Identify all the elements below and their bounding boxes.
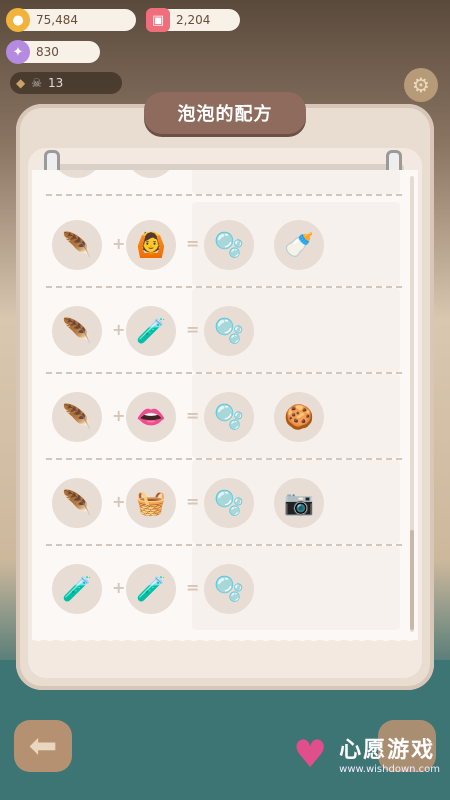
equals-sign: =: [186, 320, 200, 339]
recipe-row: 🪶 + 🙆 = 🫧 🍼: [46, 202, 402, 288]
recipe-row: 🪶 + 👄 = 🫧 🍪: [46, 374, 402, 460]
scrollbar-thumb[interactable]: [410, 530, 414, 630]
recipe-list[interactable]: 🪶 + 🙆 = 🫧 🍼 🪶 + 🧪 = 🫧 🪶 + 👄 = 🫧 🍪 🪶 + 🧺 …: [32, 170, 418, 640]
heart-logo-icon: ♥: [293, 731, 328, 776]
result-area: [192, 170, 400, 194]
result-item[interactable]: 🫧: [204, 220, 254, 270]
watermark: ♥ 心愿游戏 www.wishdown.com: [287, 731, 440, 776]
result-item[interactable]: 🫧: [204, 564, 254, 614]
ingredient-b[interactable]: 🧪: [126, 564, 176, 614]
equals-sign: =: [186, 492, 200, 511]
plus-sign: +: [112, 406, 126, 425]
coin-icon: ●: [6, 8, 30, 32]
ticket-icon: ▣: [146, 8, 170, 32]
ingredient-b[interactable]: [126, 170, 176, 178]
equals-sign: =: [186, 578, 200, 597]
status-count: 13: [48, 76, 64, 90]
gear-icon: ⚙: [412, 73, 430, 97]
result-item[interactable]: 🍪: [274, 392, 324, 442]
ingredient-a[interactable]: [52, 170, 102, 178]
settings-button[interactable]: ⚙: [404, 68, 438, 102]
arrow-left-icon: ⬅: [28, 726, 58, 766]
recipe-row-partial: [46, 170, 402, 196]
plus-sign: +: [112, 492, 126, 511]
row-divider: [46, 194, 402, 196]
skull-icon: ☠: [31, 76, 42, 90]
plus-sign: +: [112, 320, 126, 339]
bell-icon: ◆: [16, 76, 26, 90]
coin-value: 75,484: [36, 13, 78, 27]
ingredient-b[interactable]: 🧪: [126, 306, 176, 356]
panel-title: 泡泡的配方: [144, 92, 306, 134]
candy-value: 830: [36, 45, 59, 59]
result-item[interactable]: 🫧: [204, 478, 254, 528]
result-item[interactable]: 🫧: [204, 392, 254, 442]
ingredient-a[interactable]: 🧪: [52, 564, 102, 614]
equals-sign: =: [186, 234, 200, 253]
watermark-text: 心愿游戏 www.wishdown.com: [339, 732, 440, 775]
ingredient-a[interactable]: 🪶: [52, 220, 102, 270]
ingredient-b[interactable]: 🙆: [126, 220, 176, 270]
candy-counter: ✦ 830: [6, 40, 100, 64]
result-item[interactable]: 🍼: [274, 220, 324, 270]
result-item[interactable]: 📷: [274, 478, 324, 528]
ingredient-a[interactable]: 🪶: [52, 306, 102, 356]
coin-counter: ● 75,484: [6, 8, 136, 32]
plus-sign: +: [112, 234, 126, 253]
ticket-value: 2,204: [176, 13, 211, 27]
back-button[interactable]: ⬅: [14, 720, 72, 772]
recipe-row: 🪶 + 🧺 = 🫧 📷: [46, 460, 402, 546]
candy-icon: ✦: [6, 40, 30, 64]
ingredient-a[interactable]: 🪶: [52, 392, 102, 442]
watermark-url: www.wishdown.com: [339, 764, 440, 775]
recipe-row: 🪶 + 🧪 = 🫧: [46, 288, 402, 374]
ingredient-a[interactable]: 🪶: [52, 478, 102, 528]
watermark-brand: 心愿游戏: [339, 738, 436, 763]
recipe-row: 🧪 + 🧪 = 🫧: [46, 546, 402, 630]
sheet-torn-edge: [32, 636, 418, 646]
ingredient-b[interactable]: 🧺: [126, 478, 176, 528]
ticket-counter: ▣ 2,204: [146, 8, 240, 32]
plus-sign: +: [112, 578, 126, 597]
ingredient-b[interactable]: 👄: [126, 392, 176, 442]
equals-sign: =: [186, 406, 200, 425]
result-item[interactable]: 🫧: [204, 306, 254, 356]
status-bar: ◆ ☠ 13: [10, 72, 122, 94]
